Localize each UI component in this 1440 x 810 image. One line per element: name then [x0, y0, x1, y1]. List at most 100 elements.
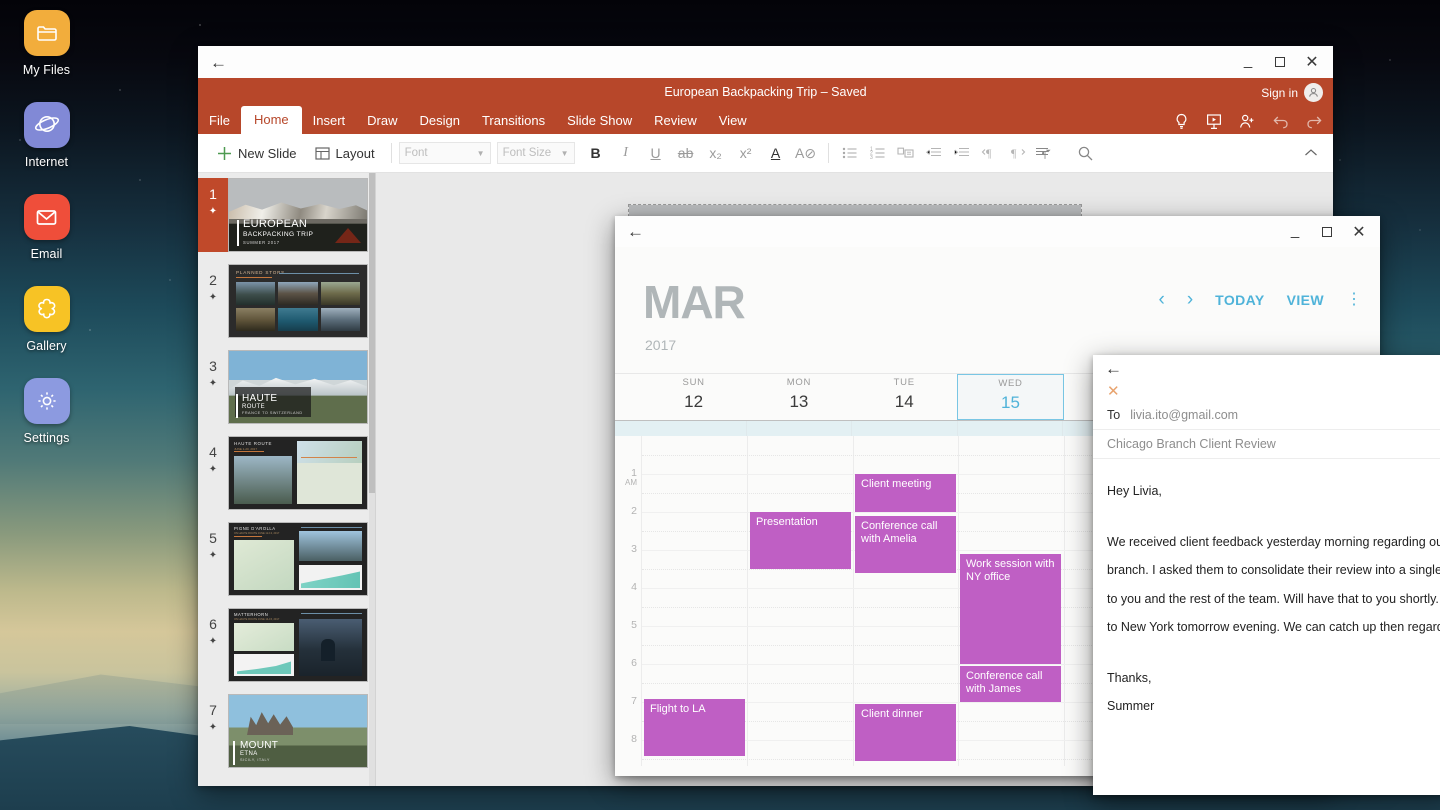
close-button[interactable]: ✕	[1344, 218, 1374, 246]
font-size-value: Font Size	[502, 147, 552, 159]
close-icon[interactable]: ✕	[1093, 375, 1134, 410]
text-direction-icon[interactable]	[892, 139, 920, 167]
launcher-item-settings[interactable]: Settings	[0, 378, 93, 445]
slide-thumbnail[interactable]: HAUTE ROUTE FRANCE TO SWITZERLAND	[228, 350, 368, 424]
chevron-down-icon: ▼	[476, 148, 485, 158]
tab-draw[interactable]: Draw	[356, 108, 408, 134]
slide-thumbnail-row[interactable]: 4 ✦ HAUTE ROUTE JUNE 1-20, 2017	[198, 436, 375, 522]
present-icon[interactable]	[1206, 113, 1222, 130]
rtl-paragraph-icon[interactable]: ¶	[976, 139, 1004, 167]
subject-value: Chicago Branch Client Review	[1107, 437, 1276, 451]
time-suffix: AM	[625, 478, 637, 488]
layout-button[interactable]: Layout	[306, 138, 384, 168]
email-subject-row[interactable]: Chicago Branch Client Review	[1093, 430, 1440, 459]
underline-button[interactable]: U	[641, 138, 671, 168]
font-size-select[interactable]: Font Size ▼	[496, 142, 575, 164]
sign-in-label: Sign in	[1261, 85, 1298, 100]
redo-icon[interactable]	[1306, 114, 1323, 129]
calendar-event[interactable]: Presentation	[750, 512, 851, 569]
launcher-item-internet[interactable]: Internet	[0, 102, 93, 169]
launcher-label: Settings	[23, 431, 70, 445]
window-controls: _ ✕	[1233, 46, 1327, 77]
scrollbar-thumb[interactable]	[369, 173, 375, 493]
calendar-event[interactable]: Flight to LA	[644, 699, 745, 756]
slide-thumbnail[interactable]: HAUTE ROUTE JUNE 1-20, 2017	[228, 436, 368, 510]
minimize-button[interactable]: _	[1280, 218, 1310, 246]
day-header-tue[interactable]: TUE 14	[852, 374, 957, 420]
increase-indent-icon[interactable]	[948, 139, 976, 167]
slide-thumbnail-row[interactable]: 2 ✦ PLANNED STOPS	[198, 264, 375, 350]
lightbulb-icon[interactable]	[1174, 113, 1189, 130]
slide-thumbnail-row[interactable]: 1 ✦ EUROPEAN BACKPACKING TRIP SUMMER 201…	[198, 178, 375, 264]
email-window: ← ✕ To livia.ito@gmail.com Chicago Branc…	[1093, 355, 1440, 795]
italic-button[interactable]: I	[611, 138, 641, 168]
launcher-item-my-files[interactable]: My Files	[0, 10, 93, 77]
day-header-mon[interactable]: MON 13	[746, 374, 851, 420]
tab-design[interactable]: Design	[409, 108, 471, 134]
subscript-button[interactable]: x₂	[701, 138, 731, 168]
back-icon[interactable]: ←	[198, 54, 239, 71]
thumb-title: MOUNT	[240, 740, 279, 751]
strikethrough-button[interactable]: ab	[671, 138, 701, 168]
tab-slide-show[interactable]: Slide Show	[556, 108, 643, 134]
new-slide-label: New Slide	[238, 145, 297, 161]
slide-thumbnail-row[interactable]: 7 ✦ MOUNT ETNA SICILY, ITALY	[198, 694, 375, 780]
slide-thumbnail[interactable]: PIGNE D'AROLLA ON HAUTE ROUTE JUNE 12-13…	[228, 522, 368, 596]
align-text-icon[interactable]: ¶	[1032, 139, 1060, 167]
decrease-indent-icon[interactable]	[920, 139, 948, 167]
superscript-button[interactable]: x²	[731, 138, 761, 168]
slide-thumbnail[interactable]: MATTERHORN ON HAUTE ROUTE JUNE 14-15, 20…	[228, 608, 368, 682]
calendar-event[interactable]: Client dinner	[855, 704, 956, 761]
tab-review[interactable]: Review	[643, 108, 708, 134]
more-vertical-icon[interactable]: ⋮	[1346, 292, 1362, 307]
tab-file[interactable]: File	[198, 108, 241, 134]
today-button[interactable]: TODAY	[1215, 292, 1264, 308]
email-body[interactable]: Hey Livia, We received client feedback y…	[1093, 459, 1440, 721]
close-button[interactable]: ✕	[1297, 48, 1327, 76]
back-icon[interactable]: ←	[615, 223, 656, 240]
new-slide-button[interactable]: New Slide	[208, 138, 306, 168]
slide-thumbnail-row[interactable]: 6 ✦ MATTERHORN ON HAUTE ROUTE JUNE 14-15…	[198, 608, 375, 694]
bold-button[interactable]: B	[581, 138, 611, 168]
maximize-button[interactable]	[1312, 218, 1342, 246]
calendar-event[interactable]: Conference call with James	[960, 666, 1061, 702]
minimize-button[interactable]: _	[1233, 48, 1263, 76]
view-button[interactable]: VIEW	[1287, 292, 1324, 308]
undo-icon[interactable]	[1272, 114, 1289, 129]
chevron-right-icon[interactable]: ›	[1187, 289, 1193, 311]
slide-number-label: 2	[209, 272, 217, 288]
slide-thumbnail[interactable]: MOUNT ETNA SICILY, ITALY	[228, 694, 368, 768]
day-header-wed[interactable]: WED 15	[956, 374, 1065, 420]
ltr-paragraph-icon[interactable]: ¶	[1004, 139, 1032, 167]
maximize-button[interactable]	[1265, 48, 1295, 76]
email-to-row[interactable]: To livia.ito@gmail.com	[1093, 401, 1440, 430]
clear-formatting-button[interactable]: A⊘	[791, 138, 821, 168]
slide-thumbnail-panel[interactable]: 1 ✦ EUROPEAN BACKPACKING TRIP SUMMER 201…	[198, 173, 376, 786]
font-family-select[interactable]: Font ▼	[398, 142, 491, 164]
tab-insert[interactable]: Insert	[302, 108, 357, 134]
slide-panel-scrollbar[interactable]	[369, 173, 375, 786]
font-color-button[interactable]: A	[761, 138, 791, 168]
launcher-item-email[interactable]: Email	[0, 194, 93, 261]
slide-thumbnail[interactable]: EUROPEAN BACKPACKING TRIP SUMMER 2017	[228, 178, 368, 252]
calendar-event[interactable]: Conference call with Amelia	[855, 516, 956, 573]
numbered-list-icon[interactable]: 123	[864, 139, 892, 167]
email-body-line: We received client feedback yesterday mo…	[1107, 534, 1440, 549]
tab-view[interactable]: View	[708, 108, 758, 134]
slide-thumbnail-row[interactable]: 5 ✦ PIGNE D'AROLLA ON HAUTE ROUTE JUNE 1…	[198, 522, 375, 608]
collapse-ribbon-icon[interactable]	[1297, 139, 1325, 167]
bullet-list-icon[interactable]	[836, 139, 864, 167]
share-person-icon[interactable]	[1239, 113, 1255, 130]
calendar-event[interactable]: Work session with NY office	[960, 554, 1061, 664]
time-label: 3	[631, 543, 637, 555]
launcher-item-gallery[interactable]: Gallery	[0, 286, 93, 353]
tab-home[interactable]: Home	[240, 106, 302, 134]
tab-transitions[interactable]: Transitions	[471, 108, 556, 134]
slide-thumbnail-row[interactable]: 3 ✦ HAUTE ROUTE FRANCE TO SWITZERLAND	[198, 350, 375, 436]
calendar-event[interactable]: Client meeting	[855, 474, 956, 512]
sign-in-area[interactable]: Sign in	[1261, 83, 1323, 102]
chevron-left-icon[interactable]: ‹	[1158, 289, 1164, 311]
slide-thumbnail[interactable]: PLANNED STOPS	[228, 264, 368, 338]
search-icon[interactable]	[1072, 139, 1100, 167]
day-header-sun[interactable]: SUN 12	[641, 374, 746, 420]
